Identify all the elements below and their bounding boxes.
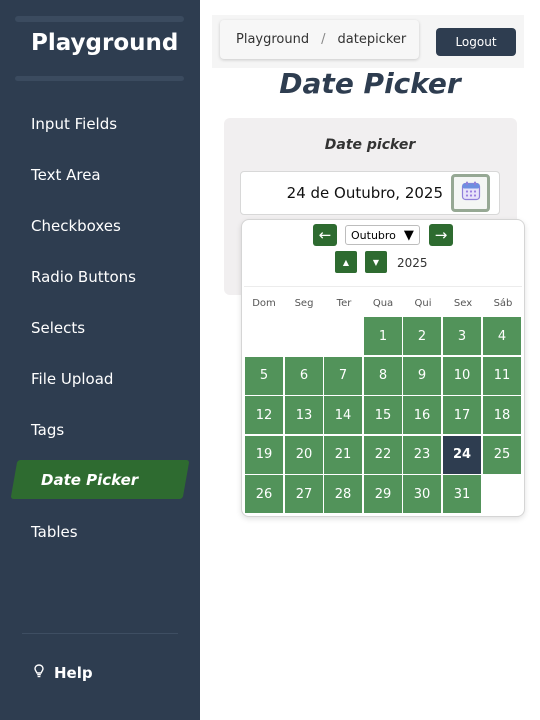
calendar-icon <box>461 181 481 205</box>
sidebar-item-text-area[interactable]: Text Area <box>31 166 101 184</box>
day-cell[interactable]: 19 <box>245 435 283 474</box>
sidebar-item-selects[interactable]: Selects <box>31 319 85 337</box>
logout-button[interactable]: Logout <box>436 28 516 56</box>
year-increment-button[interactable]: ▲ <box>335 251 357 273</box>
month-select-value: Outubro <box>351 228 396 242</box>
prev-month-button[interactable]: ← <box>313 224 337 246</box>
popup-divider <box>244 286 522 287</box>
sidebar-item-checkboxes[interactable]: Checkboxes <box>31 217 121 235</box>
help-label: Help <box>54 664 93 682</box>
weekday-header: Ter <box>336 298 352 309</box>
sidebar-divider <box>22 633 178 634</box>
year-label: 2025 <box>397 256 428 270</box>
day-cell[interactable]: 10 <box>443 356 481 395</box>
day-cell[interactable]: 6 <box>285 356 323 395</box>
sidebar-item-input-fields[interactable]: Input Fields <box>31 115 117 133</box>
dropdown-arrow-icon: ▼ <box>403 227 414 243</box>
day-cell[interactable]: 23 <box>403 435 441 474</box>
day-cell[interactable]: 13 <box>285 396 323 434</box>
day-cell[interactable]: 21 <box>324 435 362 474</box>
page-title: Date Picker <box>279 67 461 100</box>
sidebar: Playground Input Fields Text Area Checkb… <box>0 0 200 720</box>
breadcrumb: Playground / datepicker <box>220 20 419 59</box>
next-month-button[interactable]: → <box>429 224 453 246</box>
day-cell[interactable]: 11 <box>483 356 521 395</box>
day-cell[interactable]: 25 <box>483 435 521 474</box>
day-cell[interactable]: 4 <box>483 317 521 355</box>
day-cell[interactable]: 16 <box>403 396 441 434</box>
day-cell[interactable]: 20 <box>285 435 323 474</box>
day-cell[interactable]: 22 <box>364 435 402 474</box>
weekday-header: Seg <box>294 298 314 309</box>
day-cell[interactable]: 31 <box>443 475 481 513</box>
day-cell[interactable]: 2 <box>403 317 441 355</box>
day-cell[interactable]: 5 <box>245 356 283 395</box>
day-cell[interactable]: 9 <box>403 356 441 395</box>
day-cell[interactable]: 26 <box>245 475 283 513</box>
brand-title: Playground <box>31 30 179 56</box>
breadcrumb-item-playground[interactable]: Playground <box>236 32 309 47</box>
day-cell[interactable]: 18 <box>483 396 521 434</box>
selected-day-cell[interactable]: 24 <box>443 435 481 474</box>
day-cell[interactable]: 8 <box>364 356 402 395</box>
sidebar-item-tables[interactable]: Tables <box>31 523 78 541</box>
breadcrumb-item-datepicker: datepicker <box>337 32 407 47</box>
day-cell[interactable]: 12 <box>245 396 283 434</box>
sidebar-item-tags[interactable]: Tags <box>31 421 64 439</box>
day-cell[interactable]: 27 <box>285 475 323 513</box>
brand-decoration-bottom <box>15 76 184 81</box>
day-cell[interactable]: 30 <box>403 475 441 513</box>
weekday-header: Sex <box>453 298 473 309</box>
year-decrement-button[interactable]: ▼ <box>365 251 387 273</box>
day-cell[interactable]: 3 <box>443 317 481 355</box>
weekday-header: Qua <box>372 298 394 309</box>
day-cell[interactable]: 1 <box>364 317 402 355</box>
sidebar-item-date-picker-label[interactable]: Date Picker <box>41 471 138 489</box>
sidebar-item-radio-buttons[interactable]: Radio Buttons <box>31 268 136 286</box>
day-cell[interactable]: 7 <box>324 356 362 395</box>
weekday-header: Sáb <box>493 298 513 309</box>
brand-decoration-top <box>15 16 184 22</box>
breadcrumb-separator: / <box>321 32 326 47</box>
weekday-header: Dom <box>252 298 276 309</box>
main-content: Playground / datepicker Logout Date Pick… <box>200 0 540 720</box>
help-link[interactable]: Help <box>34 664 93 682</box>
datepicker-popup: ← Outubro ▼ → ▲ ▼ 2025 Dom Seg Ter Qua Q… <box>241 219 525 517</box>
day-cell[interactable]: 14 <box>324 396 362 434</box>
calendar-toggle-button[interactable] <box>451 174 490 212</box>
card-title: Date picker <box>324 137 416 153</box>
day-cell[interactable]: 17 <box>443 396 481 434</box>
lightbulb-icon <box>34 664 44 682</box>
day-cell[interactable]: 15 <box>364 396 402 434</box>
month-select[interactable]: Outubro ▼ <box>345 225 420 245</box>
sidebar-item-file-upload[interactable]: File Upload <box>31 370 113 388</box>
weekday-header: Qui <box>414 298 432 309</box>
day-cell[interactable]: 28 <box>324 475 362 513</box>
day-cell[interactable]: 29 <box>364 475 402 513</box>
